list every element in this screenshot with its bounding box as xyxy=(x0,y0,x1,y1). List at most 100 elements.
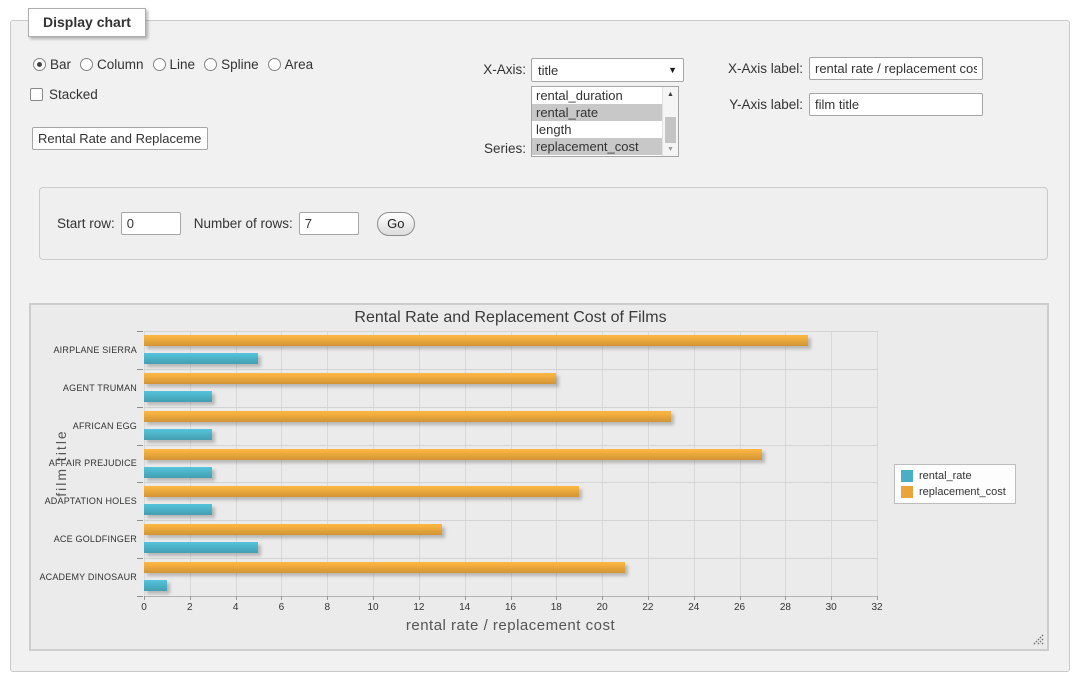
plot-area xyxy=(144,331,877,596)
bar-replacement_cost[interactable] xyxy=(144,562,625,573)
radio-icon xyxy=(204,58,217,71)
scrollbar-thumb[interactable] xyxy=(665,117,676,143)
category-label: ACE GOLDFINGER xyxy=(31,520,137,558)
y-tick xyxy=(137,445,143,446)
radio-label: Spline xyxy=(221,57,259,72)
gridline xyxy=(144,369,877,370)
bar-replacement_cost[interactable] xyxy=(144,411,671,422)
x-tick xyxy=(144,596,145,600)
bar-rental_rate[interactable] xyxy=(144,467,212,478)
y-tick xyxy=(137,520,143,521)
go-button[interactable]: Go xyxy=(377,212,415,236)
gridline xyxy=(281,331,282,596)
x-tick xyxy=(511,596,512,600)
display-chart-panel: Display chart BarColumnLineSplineArea St… xyxy=(10,20,1070,672)
series-option-rental_rate[interactable]: rental_rate xyxy=(532,104,662,121)
chart-legend: rental_rate replacement_cost xyxy=(894,464,1016,504)
gridline xyxy=(144,445,877,446)
gridline xyxy=(465,331,466,596)
legend-item-replacement_cost[interactable]: replacement_cost xyxy=(901,486,1006,498)
chart-type-group: Bar Column Line Spline Area xyxy=(33,57,313,72)
category-label: AFRICAN EGG xyxy=(31,407,137,445)
page: Display chart Bar Column Line Spline Area St… xyxy=(0,0,1081,681)
gridline xyxy=(373,331,374,596)
y-tick xyxy=(137,369,143,370)
x-tick xyxy=(327,596,328,600)
radio-icon xyxy=(33,58,46,71)
y-tick xyxy=(137,331,143,332)
x-tick-label: 16 xyxy=(494,602,528,613)
x-axis-label-input[interactable] xyxy=(809,57,983,80)
bar-rental_rate[interactable] xyxy=(144,391,212,402)
x-tick-label: 2 xyxy=(173,602,207,613)
resize-handle-icon[interactable] xyxy=(1032,634,1044,646)
radio-label: Column xyxy=(97,57,144,72)
chart-type-column[interactable]: Column xyxy=(80,57,144,72)
x-tick-label: 28 xyxy=(768,602,802,613)
legend-label: replacement_cost xyxy=(919,486,1006,498)
chart-type-line[interactable]: Line xyxy=(153,57,196,72)
x-tick xyxy=(465,596,466,600)
gridline xyxy=(327,331,328,596)
bar-rental_rate[interactable] xyxy=(144,542,258,553)
chevron-down-icon: ▼ xyxy=(668,65,677,75)
bar-rental_rate[interactable] xyxy=(144,580,167,591)
series-option-replacement_cost[interactable]: replacement_cost xyxy=(532,138,662,155)
x-tick xyxy=(785,596,786,600)
series-options: rental_durationrental_ratelengthreplacem… xyxy=(532,87,662,156)
gridline xyxy=(236,331,237,596)
chart-area: Rental Rate and Replacement Cost of Film… xyxy=(29,303,1049,651)
series-option-rental_duration[interactable]: rental_duration xyxy=(532,87,662,104)
y-axis-label-input[interactable] xyxy=(809,93,983,116)
x-tick xyxy=(694,596,695,600)
start-row-input[interactable] xyxy=(121,212,181,235)
y-axis-label-label: Y-Axis label: xyxy=(709,97,803,112)
bar-rental_rate[interactable] xyxy=(144,353,258,364)
stacked-label: Stacked xyxy=(49,87,98,102)
scroll-down-icon[interactable]: ▼ xyxy=(663,142,678,156)
x-tick-label: 32 xyxy=(860,602,894,613)
bar-replacement_cost[interactable] xyxy=(144,449,762,460)
x-tick-label: 26 xyxy=(723,602,757,613)
x-tick-label: 20 xyxy=(585,602,619,613)
bar-replacement_cost[interactable] xyxy=(144,486,579,497)
radio-label: Bar xyxy=(50,57,71,72)
category-label: ACADEMY DINOSAUR xyxy=(31,558,137,596)
y-tick xyxy=(137,596,143,597)
gridline xyxy=(511,331,512,596)
radio-icon xyxy=(80,58,93,71)
legend-label: rental_rate xyxy=(919,470,972,482)
chart-type-spline[interactable]: Spline xyxy=(204,57,259,72)
scroll-up-icon[interactable]: ▲ xyxy=(663,87,678,101)
x-tick-label: 14 xyxy=(448,602,482,613)
panel-title: Display chart xyxy=(28,8,146,37)
x-tick xyxy=(236,596,237,600)
category-label: ADAPTATION HOLES xyxy=(31,482,137,520)
chart-type-bar[interactable]: Bar xyxy=(33,57,71,72)
y-tick xyxy=(137,407,143,408)
chart-title-input[interactable] xyxy=(32,127,208,150)
number-of-rows-label: Number of rows: xyxy=(194,216,293,231)
radio-icon xyxy=(153,58,166,71)
series-listbox[interactable]: rental_durationrental_ratelengthreplacem… xyxy=(531,86,679,157)
chart-type-area[interactable]: Area xyxy=(268,57,314,72)
gridline xyxy=(144,482,877,483)
x-axis-select[interactable]: title ▼ xyxy=(531,58,684,82)
legend-item-rental_rate[interactable]: rental_rate xyxy=(901,470,1006,482)
number-of-rows-input[interactable] xyxy=(299,212,359,235)
x-tick xyxy=(602,596,603,600)
stacked-checkbox[interactable]: Stacked xyxy=(30,87,98,102)
category-label: AGENT TRUMAN xyxy=(31,369,137,407)
gridline xyxy=(144,558,877,559)
bar-replacement_cost[interactable] xyxy=(144,524,442,535)
chart-x-axis-title: rental rate / replacement cost xyxy=(144,617,877,634)
series-list-label: Series: xyxy=(441,141,526,156)
gridline xyxy=(831,331,832,596)
x-tick-label: 22 xyxy=(631,602,665,613)
bar-rental_rate[interactable] xyxy=(144,429,212,440)
bar-rental_rate[interactable] xyxy=(144,504,212,515)
series-option-length[interactable]: length xyxy=(532,121,662,138)
listbox-scrollbar[interactable]: ▲ ▼ xyxy=(662,87,678,156)
bar-replacement_cost[interactable] xyxy=(144,373,556,384)
bar-replacement_cost[interactable] xyxy=(144,335,808,346)
